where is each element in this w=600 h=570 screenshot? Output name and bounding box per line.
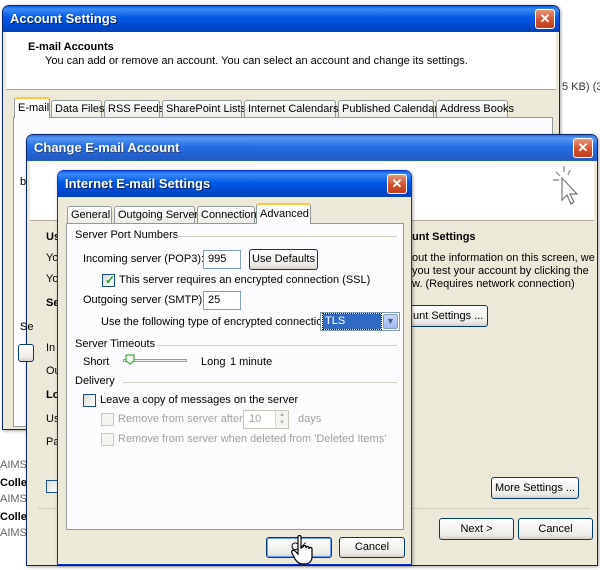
timeout-short-label: Short [83,356,110,368]
change-email-hidden-button[interactable] [18,344,34,362]
outgoing-port-input[interactable]: 25 [203,291,241,310]
checkmark-icon: ✓ [105,273,116,287]
tab-sharepoint-lists[interactable]: SharePoint Lists [162,100,246,118]
account-settings-close-icon[interactable]: ✕ [535,9,555,29]
internet-settings-titlebar[interactable]: Internet E-mail Settings [58,171,411,197]
encryption-type-label: Use the following type of encrypted conn… [101,316,332,328]
next-button[interactable]: Next > [439,518,514,540]
change-email-titlebar[interactable]: Change E-mail Account [27,135,597,161]
leave-copy-checkbox[interactable] [83,394,96,407]
email-accounts-description: You can add or remove an account. You ca… [45,55,468,67]
spinner-arrows-icon[interactable]: ▲ ▼ [275,411,288,428]
advanced-tab-panel: Server Port Numbers Incoming server (POP… [66,223,404,530]
server-ports-group-label: Server Port Numbers [75,229,179,241]
timeouts-group-label: Server Timeouts [75,338,156,350]
encryption-type-select[interactable]: TLS ▼ [320,312,400,331]
chevron-down-icon[interactable]: ▼ [383,314,398,329]
encryption-type-value: TLS [322,313,382,330]
remove-deleted-label: Remove from server when deleted from 'De… [118,433,387,445]
change-email-cancel-button[interactable]: Cancel [518,518,593,540]
remove-after-label: Remove from server after [118,413,243,425]
tab-rss-feeds[interactable]: RSS Feeds [104,100,164,118]
tab-published-calendars[interactable]: Published Calendars [338,100,444,118]
tab-outgoing-server[interactable]: Outgoing Server [114,206,198,224]
account-settings-section-heading: unt Settings [412,231,476,243]
test-account-settings-button[interactable]: unt Settings ... [410,305,488,327]
timeout-slider-thumb[interactable] [125,354,135,365]
remove-after-days-value: 10 [249,413,262,425]
tab-address-books[interactable]: Address Books [436,100,514,118]
tab-connection[interactable]: Connection [197,206,257,224]
delivery-group-label: Delivery [75,375,115,387]
ssl-label: This server requires an encrypted connec… [119,274,371,286]
tab-data-files[interactable]: Data Files [51,100,105,118]
remove-after-days-spinner[interactable]: 10 ▲ ▼ [243,410,289,429]
server-ports-divider [177,236,397,237]
account-settings-title: Account Settings [10,11,117,26]
timeout-value-label: 1 minute [230,356,273,368]
account-settings-text-1: out the information on this screen, we [412,252,595,264]
change-email-title: Change E-mail Account [34,140,180,155]
tab-general[interactable]: General [67,206,112,224]
incoming-port-input[interactable]: 995 [203,250,241,269]
days-label: days [298,413,322,425]
tab-email[interactable]: E-mail [14,97,50,118]
use-defaults-button[interactable]: Use Defaults [249,249,318,270]
remove-after-checkbox[interactable] [101,413,114,426]
ssl-checkbox[interactable]: ✓ [102,273,116,287]
timeouts-divider [157,345,397,346]
timeout-slider[interactable] [119,352,191,370]
hand-cursor-icon [291,535,313,565]
internet-settings-dialog: Internet E-mail Settings ✕ General Outgo… [57,170,412,565]
account-settings-titlebar[interactable]: Account Settings [3,6,559,32]
slider-thumb-icon [125,354,135,365]
outgoing-server-label: Outgoing server (SMTP): [83,294,206,306]
remove-deleted-checkbox[interactable] [101,433,114,446]
timeout-long-label: Long [201,356,226,368]
change-email-close-icon[interactable]: ✕ [573,138,593,158]
more-settings-button[interactable]: More Settings ... [491,477,579,499]
internet-settings-body: General Outgoing Server Connection Advan… [61,197,408,561]
leave-copy-label: Leave a copy of messages on the server [100,394,299,406]
change-email-frag-5: Se [20,321,34,333]
account-settings-header: E-mail Accounts You can add or remove an… [6,32,556,90]
internet-settings-title: Internet E-mail Settings [65,176,211,191]
account-settings-text-2: you test your account by clicking the [412,265,589,277]
pointer-cursor-icon [553,166,579,205]
internet-settings-cancel-button[interactable]: Cancel [339,537,405,558]
email-accounts-heading: E-mail Accounts [28,41,114,53]
internet-settings-close-icon[interactable]: ✕ [387,174,407,194]
change-email-frag-6: In [46,342,56,354]
delivery-divider [123,382,397,383]
account-settings-text-3: w. (Requires network connection) [412,278,575,290]
incoming-server-label: Incoming server (POP3): [83,253,205,265]
background-right-text: 5 KB) (31 [562,81,600,93]
tab-internet-calendars[interactable]: Internet Calendars [244,100,339,118]
tab-advanced[interactable]: Advanced [256,203,311,224]
